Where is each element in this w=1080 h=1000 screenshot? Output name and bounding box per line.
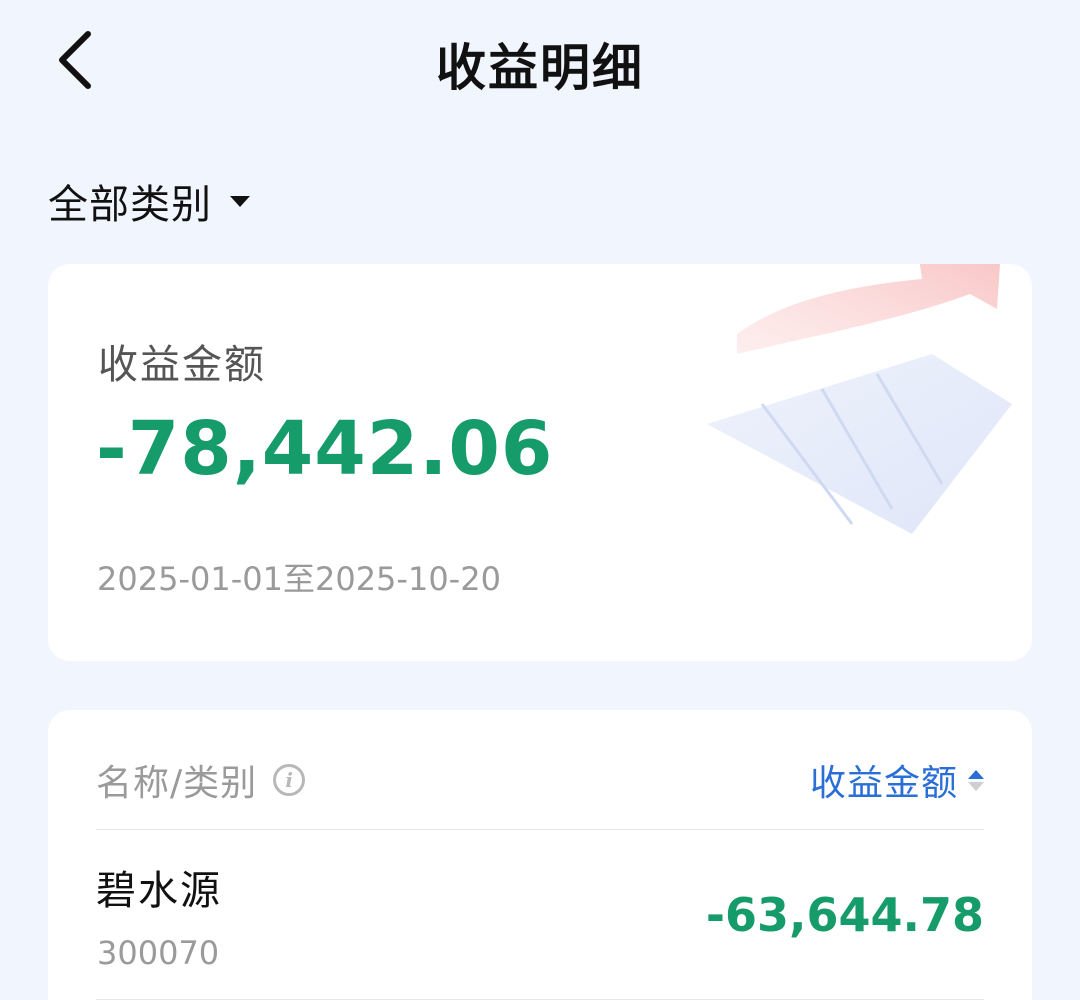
total-profit-amount: -78,442.06 [96, 406, 554, 492]
summary-card: 收益金额 -78,442.06 2025-01-01至2025-10-20 [48, 264, 1032, 661]
page-title: 收益明细 [436, 39, 644, 97]
date-range: 2025-01-01至2025-10-20 [97, 560, 501, 598]
summary-label: 收益金额 [98, 342, 266, 388]
page: 收益明细 全部类别 收益金额 -78,442.06 2025-01-01至202 [0, 0, 1080, 1000]
column-name-category: 名称/类别 i [96, 754, 306, 806]
list-item[interactable]: 碧水源 300070 -63,644.78 [96, 830, 984, 1000]
caret-down-icon [230, 195, 250, 207]
profit-detail-list: 名称/类别 i 收益金额 碧水源 300070 -63,644.78 [48, 710, 1032, 1000]
column-amount-label: 收益金额 [809, 763, 958, 804]
sort-icon [968, 769, 984, 791]
list-header: 名称/类别 i 收益金额 [96, 750, 984, 810]
trend-illustration-icon [707, 264, 1012, 534]
header: 收益明细 [0, 0, 1080, 130]
info-icon[interactable]: i [273, 764, 306, 796]
stock-name: 碧水源 [96, 868, 222, 914]
stock-code: 300070 [97, 934, 220, 972]
category-filter-label: 全部类别 [48, 182, 212, 228]
category-filter[interactable]: 全部类别 [48, 172, 250, 230]
column-name-label: 名称/类别 [96, 763, 258, 804]
sort-by-amount-button[interactable]: 收益金额 [810, 754, 984, 806]
row-profit-amount: -63,644.78 [705, 888, 984, 942]
